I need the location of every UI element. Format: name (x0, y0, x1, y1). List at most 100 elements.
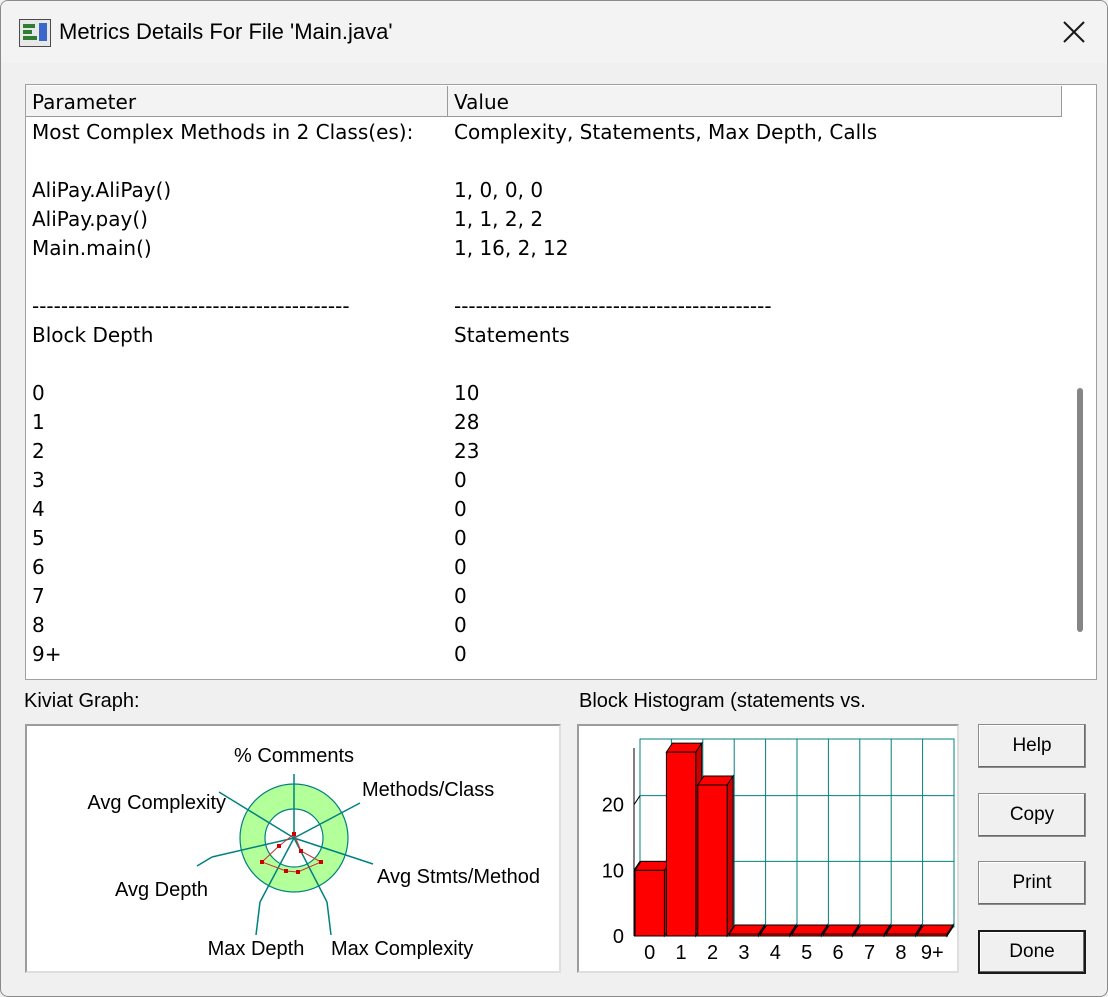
table-row[interactable]: 70 (26, 581, 1062, 610)
metrics-list[interactable]: Parameter Value Most Complex Methods in … (25, 84, 1097, 680)
kiviat-data-point (260, 860, 264, 864)
table-row[interactable]: AliPay.AliPay() 1, 0, 0, 0 (26, 175, 1062, 204)
value-cell: 28 (454, 410, 480, 434)
histogram-y-tick-label: 10 (602, 860, 624, 882)
histogram-bar (696, 774, 735, 938)
parameter-cell: 0 (32, 381, 45, 405)
table-row[interactable]: 60 (26, 552, 1062, 581)
histogram-grid-line (633, 795, 641, 805)
histogram-bar (728, 923, 766, 938)
value-cell: 1, 1, 2, 2 (454, 207, 544, 231)
histogram-bar (665, 741, 703, 938)
scrollbar-thumb[interactable] (1077, 388, 1083, 632)
table-row[interactable]: 40 (26, 494, 1062, 523)
parameter-cell: Main.main() (32, 236, 152, 260)
kiviat-data-point (319, 860, 323, 864)
table-row[interactable]: 1 28 (26, 407, 1062, 436)
parameter-cell: 4 (32, 497, 45, 521)
table-row[interactable]: 2 23 (26, 436, 1062, 465)
parameter-cell: ----------------------------------------… (32, 294, 350, 318)
parameter-cell: 5 (32, 526, 45, 550)
kiviat-axis-label: % Comments (234, 745, 354, 767)
histogram-x-tick-label: 3 (738, 942, 749, 964)
table-row[interactable]: Block Depth Statements (26, 320, 1062, 349)
print-button[interactable]: Print (978, 861, 1086, 905)
histogram-bar-front (917, 933, 948, 937)
parameter-cell: 2 (32, 439, 45, 463)
close-button[interactable] (1051, 9, 1097, 55)
histogram-x-tick-label: 7 (864, 942, 875, 964)
parameter-cell: Most Complex Methods in 2 Class(es): (32, 120, 414, 144)
table-row[interactable]: AliPay.pay() 1, 1, 2, 2 (26, 204, 1062, 233)
histogram-x-tick-label: 4 (770, 942, 781, 964)
histogram-bar (634, 859, 672, 938)
value-cell: 0 (454, 497, 467, 521)
value-cell: 0 (454, 468, 467, 492)
histogram-bar-front (822, 933, 854, 937)
parameter-cell: 9+ (32, 642, 62, 666)
column-header-parameter[interactable]: Parameter (26, 86, 448, 116)
histogram-bar (853, 923, 892, 938)
histogram-bar (759, 923, 797, 938)
kiviat-graph-label: Kiviat Graph: (24, 690, 140, 712)
kiviat-axis-label: Max Depth (208, 938, 305, 960)
table-row[interactable] (26, 349, 1062, 378)
window-title: Metrics Details For File 'Main.java' (59, 19, 393, 44)
table-row[interactable]: 30 (26, 465, 1062, 494)
done-button[interactable]: Done (978, 930, 1086, 974)
kiviat-axis-line (255, 901, 261, 936)
value-cell: ----------------------------------------… (454, 294, 772, 318)
kiviat-data-point (296, 870, 300, 874)
parameter-cell: AliPay.AliPay() (32, 178, 172, 202)
vertical-scrollbar[interactable] (1063, 85, 1095, 679)
metrics-dialog: Metrics Details For File 'Main.java' Par… (0, 0, 1108, 997)
column-header-value[interactable]: Value (448, 86, 1062, 116)
histogram-bar-front (760, 933, 791, 937)
histogram-x-tick-label: 8 (895, 942, 906, 964)
kiviat-axis-label: Max Complexity (331, 938, 473, 960)
parameter-cell: 6 (32, 555, 45, 579)
histogram-x-tick-label: 1 (676, 942, 687, 964)
kiviat-data-point (277, 844, 281, 848)
histogram-x-tick-label: 6 (833, 942, 844, 964)
histogram-label: Block Histogram (statements vs. (579, 690, 866, 712)
block-histogram: 010200 1 2 3 4 5 6 7 8 9+ (602, 738, 955, 964)
histogram-bar-front (634, 869, 665, 937)
value-cell: 0 (454, 555, 467, 579)
histogram-bar-front (665, 751, 697, 937)
table-row[interactable]: 80 (26, 610, 1062, 639)
table-row[interactable] (26, 146, 1062, 175)
metrics-window-icon (19, 19, 51, 47)
kiviat-axis-line (196, 856, 213, 867)
histogram-bar-front (885, 933, 917, 937)
kiviat-data-point (284, 869, 288, 873)
help-button[interactable]: Help (978, 724, 1086, 768)
histogram-x-tick-label: 2 (707, 942, 718, 964)
copy-button[interactable]: Copy (978, 793, 1086, 837)
table-row[interactable]: ----------------------------------------… (26, 291, 1062, 320)
table-row[interactable]: Most Complex Methods in 2 Class(es): Comp… (26, 117, 1062, 146)
value-cell: 10 (454, 381, 480, 405)
kiviat-axis-label: Avg Stmts/Method (377, 866, 540, 888)
value-cell: Statements (454, 323, 570, 347)
value-cell: Complexity, Statements, Max Depth, Calls (454, 120, 878, 144)
parameter-cell: 3 (32, 468, 45, 492)
histogram-bar (791, 923, 829, 938)
histogram-x-tick-label: 5 (801, 942, 812, 964)
list-header: Parameter Value (26, 86, 1062, 117)
histogram-bar (916, 923, 954, 938)
value-cell: 0 (454, 613, 467, 637)
kiviat-axis-label: Avg Complexity (87, 792, 226, 814)
histogram-bar-side (726, 774, 734, 938)
parameter-cell: 1 (32, 410, 45, 434)
value-cell: 0 (454, 526, 467, 550)
table-row[interactable]: 50 (26, 523, 1062, 552)
kiviat-data-point (299, 849, 303, 853)
table-row[interactable]: 9+ 0 (26, 639, 1062, 668)
table-row[interactable]: 0 10 (26, 378, 1062, 407)
table-row[interactable] (26, 262, 1062, 291)
table-row[interactable]: Main.main() 1, 16, 2, 12 (26, 233, 1062, 262)
value-cell: 1, 0, 0, 0 (454, 178, 544, 202)
histogram-bar-front (854, 933, 885, 937)
kiviat-graph: % Comments Methods/Class Avg Stmts/Method M… (87, 745, 540, 960)
